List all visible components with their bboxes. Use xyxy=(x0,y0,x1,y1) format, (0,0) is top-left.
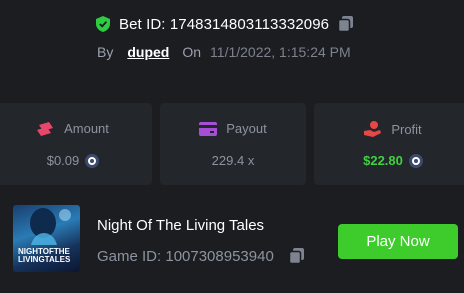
on-label: On xyxy=(182,44,202,60)
payout-value: 229.4 x xyxy=(211,153,255,168)
play-now-button[interactable]: Play Now xyxy=(338,224,458,259)
amount-value: $0.09 xyxy=(46,153,80,168)
profit-value: $22.80 xyxy=(363,153,403,168)
verified-shield-icon xyxy=(96,16,110,32)
profit-label: Profit xyxy=(391,121,422,137)
game-id-row: Game ID: 1007308953940 xyxy=(97,246,306,266)
bet-id-row: Bet ID: 1748314803113332096 xyxy=(96,14,355,34)
bet-id: Bet ID: 1748314803113332096 xyxy=(119,15,330,33)
game-title: Night Of The Living Tales xyxy=(97,217,265,234)
by-row: By duped On 11/1/2022, 1:15:24 PM xyxy=(97,43,351,61)
game-id: Game ID: 1007308953940 xyxy=(97,247,274,265)
bet-header: Bet ID: 1748314803113332096 By duped On … xyxy=(0,0,464,84)
game-thumbnail[interactable]: NIGHTOFTHE LIVINGTALES xyxy=(13,205,80,272)
by-label: By xyxy=(97,44,114,60)
copy-game-id-icon[interactable] xyxy=(288,247,306,265)
profit-card: Profit $22.80 xyxy=(314,103,464,185)
coin-icon xyxy=(408,153,423,168)
username-link[interactable]: duped xyxy=(127,44,169,60)
payout-card: Payout 229.4 x xyxy=(160,103,306,185)
card-icon xyxy=(199,121,218,136)
thumbnail-title: NIGHTOFTHE LIVINGTALES xyxy=(18,247,71,264)
amount-card: Amount $0.09 xyxy=(0,103,152,185)
coin-icon xyxy=(85,153,100,168)
bet-datetime: 11/1/2022, 1:15:24 PM xyxy=(210,44,351,60)
hand-coin-icon xyxy=(364,121,382,137)
money-fly-icon xyxy=(37,121,54,136)
copy-bet-id-icon[interactable] xyxy=(337,15,355,33)
amount-label: Amount xyxy=(64,121,109,136)
game-row: NIGHTOFTHE LIVINGTALES Night Of The Livi… xyxy=(0,197,464,293)
payout-label: Payout xyxy=(226,121,267,136)
